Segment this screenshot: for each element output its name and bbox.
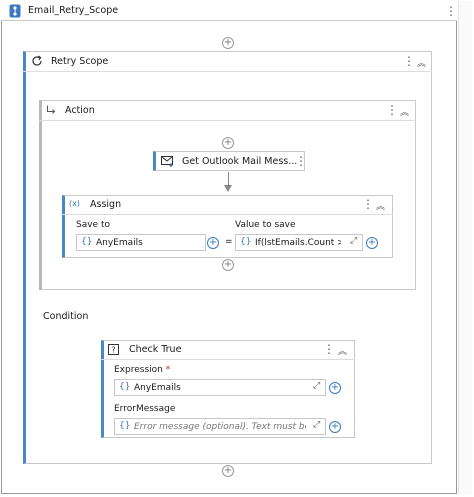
condition-label: Condition [43,311,89,322]
mail-icon [161,156,173,167]
expression-brace-icon: {} [119,382,131,392]
add-activity-bottom-icon[interactable]: + [222,465,234,477]
error-message-label: ErrorMessage [114,404,176,414]
check-true-title: Check True [129,344,182,355]
save-to-value: AnyEmails [96,237,143,248]
refresh-icon [32,55,42,66]
expand-editor-icon[interactable]: ⤢ [350,236,357,246]
error-message-field[interactable]: {} Error message (optional). Text must b… [114,418,326,435]
outlook-activity-title: Get Outlook Mail Mess... [182,156,298,167]
save-to-label: Save to [76,220,110,230]
check-true-more-icon[interactable]: ⋮ [323,342,335,356]
retry-scope-header[interactable]: Retry Scope ⋮ ︽ [23,51,432,72]
expression-brace-icon: {} [81,237,93,247]
assign-more-icon[interactable]: ⋮ [362,197,374,211]
action-more-icon[interactable]: ⋮ [386,103,398,117]
assign-collapse-icon[interactable]: ︽ [376,199,385,212]
workflow-header[interactable]: Email_Retry_Scope ⋮ [1,1,457,21]
expression-add-icon[interactable]: + [329,382,341,394]
flow-arrow-icon [224,185,232,192]
variable-icon: (x) [69,199,80,208]
expression-label: Expression * [114,365,171,375]
get-outlook-mail-activity[interactable]: Get Outlook Mail Mess... ⋮ [153,151,307,171]
save-to-field[interactable]: {} AnyEmails [76,234,206,251]
retry-scope-more-icon[interactable]: ⋮ [403,54,415,68]
workflow-title: Email_Retry_Scope [28,5,119,16]
sequence-icon [9,4,21,18]
action-collapse-icon[interactable]: ︽ [400,105,409,118]
expression-value: AnyEmails [134,382,181,393]
required-mark: * [165,365,171,375]
action-title: Action [65,105,95,116]
expand-editor-icon[interactable]: ⤢ [313,381,320,391]
add-activity-action-icon[interactable]: + [222,137,234,149]
svg-text:?: ? [111,346,115,355]
value-to-save-label: Value to save [235,220,296,230]
expression-brace-icon: {} [119,421,131,431]
vertical-scrollbar[interactable] [458,1,472,494]
expand-editor-icon[interactable]: ⤢ [313,420,320,430]
value-to-save-add-icon[interactable]: + [366,237,378,249]
expression-field[interactable]: {} AnyEmails ⤢ [114,379,326,396]
retry-scope-collapse-icon[interactable]: ︽ [417,56,426,69]
check-true-header[interactable]: ? Check True ⋮ ︽ [101,340,355,360]
save-to-add-icon[interactable]: + [207,237,219,249]
action-header[interactable]: Action ⋮ ︽ [39,100,416,121]
outlook-more-icon[interactable]: ⋮ [295,154,307,168]
retry-scope-title: Retry Scope [51,56,109,67]
assign-title: Assign [90,199,122,210]
value-to-save-field[interactable]: {} If(lstEmails.Count >0, T ⤢ [235,234,363,251]
assign-equals: = [225,237,233,247]
expression-brace-icon: {} [240,237,252,247]
add-activity-top-icon[interactable]: + [222,37,234,49]
check-true-icon: ? [108,344,119,355]
error-message-placeholder: Error message (optional). Text must be q… [134,421,306,432]
arrow-return-icon [47,105,56,114]
workflow-more-icon[interactable]: ⋮ [445,4,457,18]
error-message-add-icon[interactable]: + [329,421,341,433]
value-to-save-value: If(lstEmails.Count >0, T [255,237,341,248]
add-activity-after-assign-icon[interactable]: + [222,259,234,271]
check-true-collapse-icon[interactable]: ︽ [338,344,347,357]
flow-connector [228,172,229,186]
assign-header[interactable]: (x) Assign ⋮ ︽ [62,195,393,215]
